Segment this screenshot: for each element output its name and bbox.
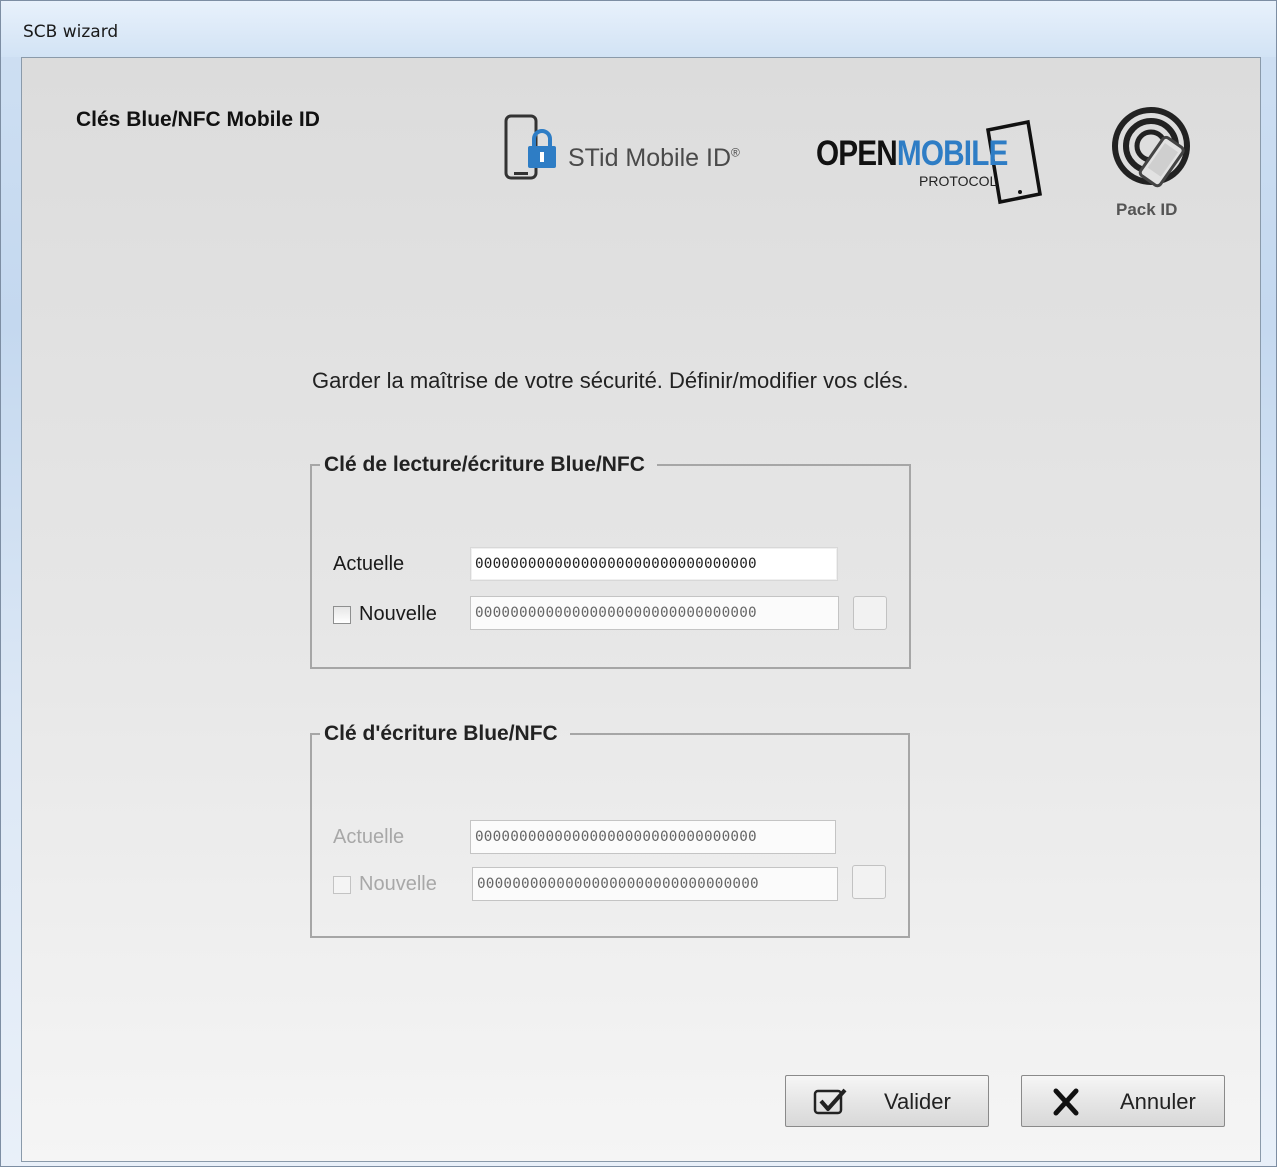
protocol-wordmark: PROTOCOL	[919, 173, 998, 189]
wizard-window: SCB wizard Clés Blue/NFC Mobile ID STid …	[0, 0, 1277, 1167]
x-icon	[1053, 1088, 1079, 1116]
validate-button[interactable]: Valider	[785, 1075, 989, 1127]
wizard-content: Clés Blue/NFC Mobile ID STid Mobile ID® …	[21, 57, 1261, 1162]
intro-text: Garder la maîtrise de votre sécurité. Dé…	[312, 368, 909, 393]
current-key-input[interactable]: 00000000000000000000000000000000	[470, 820, 836, 854]
nfc-phone-icon	[1112, 107, 1190, 188]
stid-logo-text: STid Mobile ID®	[568, 144, 740, 172]
openmobile-protocol-logo: OPENMOBILE PROTOCOL	[816, 118, 1046, 208]
generate-key-button[interactable]	[852, 865, 886, 899]
page-title: Clés Blue/NFC Mobile ID	[76, 108, 320, 131]
cancel-label: Annuler	[1120, 1089, 1196, 1114]
current-key-label: Actuelle	[333, 826, 405, 848]
current-key-input[interactable]: 00000000000000000000000000000000	[470, 547, 838, 581]
new-key-input[interactable]: 00000000000000000000000000000000	[472, 867, 838, 901]
pack-id-text: Pack ID	[1116, 200, 1178, 219]
current-key-label: Actuelle	[333, 553, 405, 575]
generate-key-button[interactable]	[853, 596, 887, 630]
cancel-button[interactable]: Annuler	[1021, 1075, 1225, 1127]
new-key-input[interactable]: 00000000000000000000000000000000	[470, 596, 839, 630]
group-title: Clé d'écriture Blue/NFC	[324, 722, 558, 745]
write-key-group: Clé d'écriture Blue/NFC Actuelle 0000000…	[310, 722, 910, 938]
validate-label: Valider	[884, 1089, 951, 1114]
group-title: Clé de lecture/écriture Blue/NFC	[324, 453, 645, 476]
read-write-key-group: Clé de lecture/écriture Blue/NFC Actuell…	[310, 453, 911, 669]
pack-id-logo: Pack ID	[1108, 104, 1198, 224]
window-title: SCB wizard	[23, 22, 119, 42]
phone-lock-icon	[504, 114, 556, 180]
new-key-label: Nouvelle	[359, 873, 437, 895]
title-bar[interactable]: SCB wizard	[1, 1, 1276, 57]
new-key-label: Nouvelle	[359, 603, 437, 625]
openmobile-wordmark: OPENMOBILE	[816, 134, 1008, 173]
stid-mobile-id-logo: STid Mobile ID®	[504, 114, 754, 184]
new-key-checkbox[interactable]	[333, 606, 351, 624]
new-key-checkbox[interactable]	[333, 876, 351, 894]
checkbox-check-icon	[813, 1088, 847, 1115]
